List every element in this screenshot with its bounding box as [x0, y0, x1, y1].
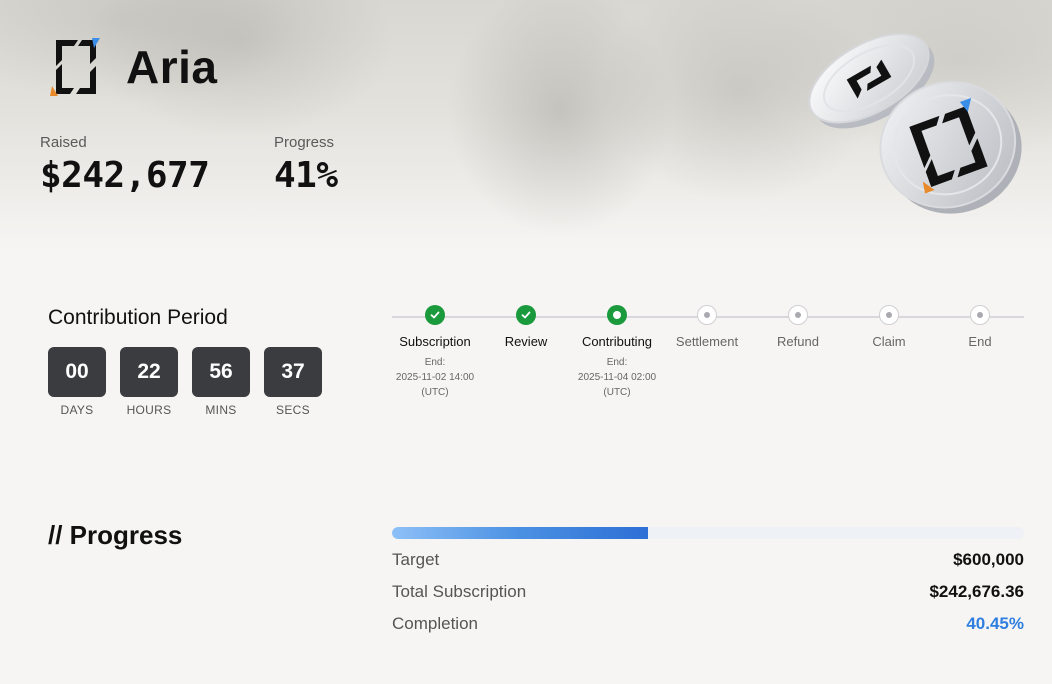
end-time: 2025-11-04 02:00 — [577, 372, 657, 383]
timeline-step-label: Review — [504, 334, 548, 349]
contribution-period-title: Contribution Period — [48, 306, 228, 329]
end-time: 2025-11-02 14:00 — [395, 372, 475, 383]
progress-row-total: Total Subscription $242,676.36 — [392, 582, 1024, 602]
check-icon — [425, 305, 445, 325]
timeline-step-label: Claim — [872, 334, 906, 349]
progress-row-label: Target — [392, 550, 440, 569]
progress-row-value: $242,676.36 — [929, 582, 1024, 601]
phase-timeline: Subscription End: 2025-11-02 14:00 (UTC)… — [392, 305, 1024, 415]
timeline-step-end: End: 2025-11-04 02:00 (UTC) — [578, 355, 656, 400]
end-timezone: (UTC) — [603, 387, 631, 398]
countdown-days: 00 DAYS — [48, 347, 106, 417]
end-label: End: — [606, 357, 628, 368]
end-timezone: (UTC) — [421, 387, 449, 398]
countdown-value: 22 — [120, 347, 178, 397]
progress-row-label: Total Subscription — [392, 582, 527, 601]
brand-header: Aria — [48, 36, 217, 98]
pending-step-icon — [788, 305, 808, 325]
pending-step-icon — [970, 305, 990, 325]
countdown-label: HOURS — [126, 403, 172, 417]
progress-row-completion: Completion 40.45% — [392, 614, 1024, 634]
timeline-step-end: End: 2025-11-02 14:00 (UTC) — [396, 355, 474, 400]
brand-name: Aria — [126, 41, 218, 93]
progress-row-target: Target $600,000 — [392, 550, 1024, 570]
countdown-hours: 22 HOURS — [120, 347, 178, 417]
progress-stat: Progress 41% — [274, 134, 338, 196]
countdown-timer: 00 DAYS 22 HOURS 56 MINS 37 SECS — [48, 347, 322, 417]
timeline-step-label: Subscription — [399, 334, 471, 349]
progress-value: 41% — [274, 155, 338, 196]
timeline-step-label: Refund — [777, 334, 819, 349]
raised-value: $242,677 — [40, 155, 210, 196]
timeline-step-end[interactable]: End — [925, 305, 1035, 349]
coins-illustration — [808, 33, 1022, 214]
countdown-value: 37 — [264, 347, 322, 397]
timeline-step-label: Contributing — [581, 334, 653, 349]
countdown-label: DAYS — [60, 403, 94, 417]
check-icon — [516, 305, 536, 325]
countdown-mins: 56 MINS — [192, 347, 250, 417]
progress-row-value: $600,000 — [953, 550, 1024, 569]
progress-bar — [392, 527, 1024, 539]
progress-row-value: 40.45% — [966, 614, 1024, 633]
timeline-step-label: End — [968, 334, 992, 349]
countdown-label: SECS — [276, 403, 310, 417]
active-step-icon — [607, 305, 627, 325]
end-label: End: — [424, 357, 446, 368]
timeline-step-label: Settlement — [675, 334, 739, 349]
countdown-secs: 37 SECS — [264, 347, 322, 417]
progress-label: Progress — [274, 134, 335, 151]
aria-logo-icon — [50, 38, 100, 96]
pending-step-icon — [697, 305, 717, 325]
raised-stat: Raised $242,677 — [40, 134, 210, 196]
countdown-value: 56 — [192, 347, 250, 397]
countdown-label: MINS — [205, 403, 237, 417]
progress-bar-fill — [392, 527, 648, 539]
progress-row-label: Completion — [392, 614, 478, 633]
pending-step-icon — [879, 305, 899, 325]
countdown-value: 00 — [48, 347, 106, 397]
progress-section-title: // Progress — [48, 520, 183, 550]
raised-label: Raised — [40, 134, 87, 151]
